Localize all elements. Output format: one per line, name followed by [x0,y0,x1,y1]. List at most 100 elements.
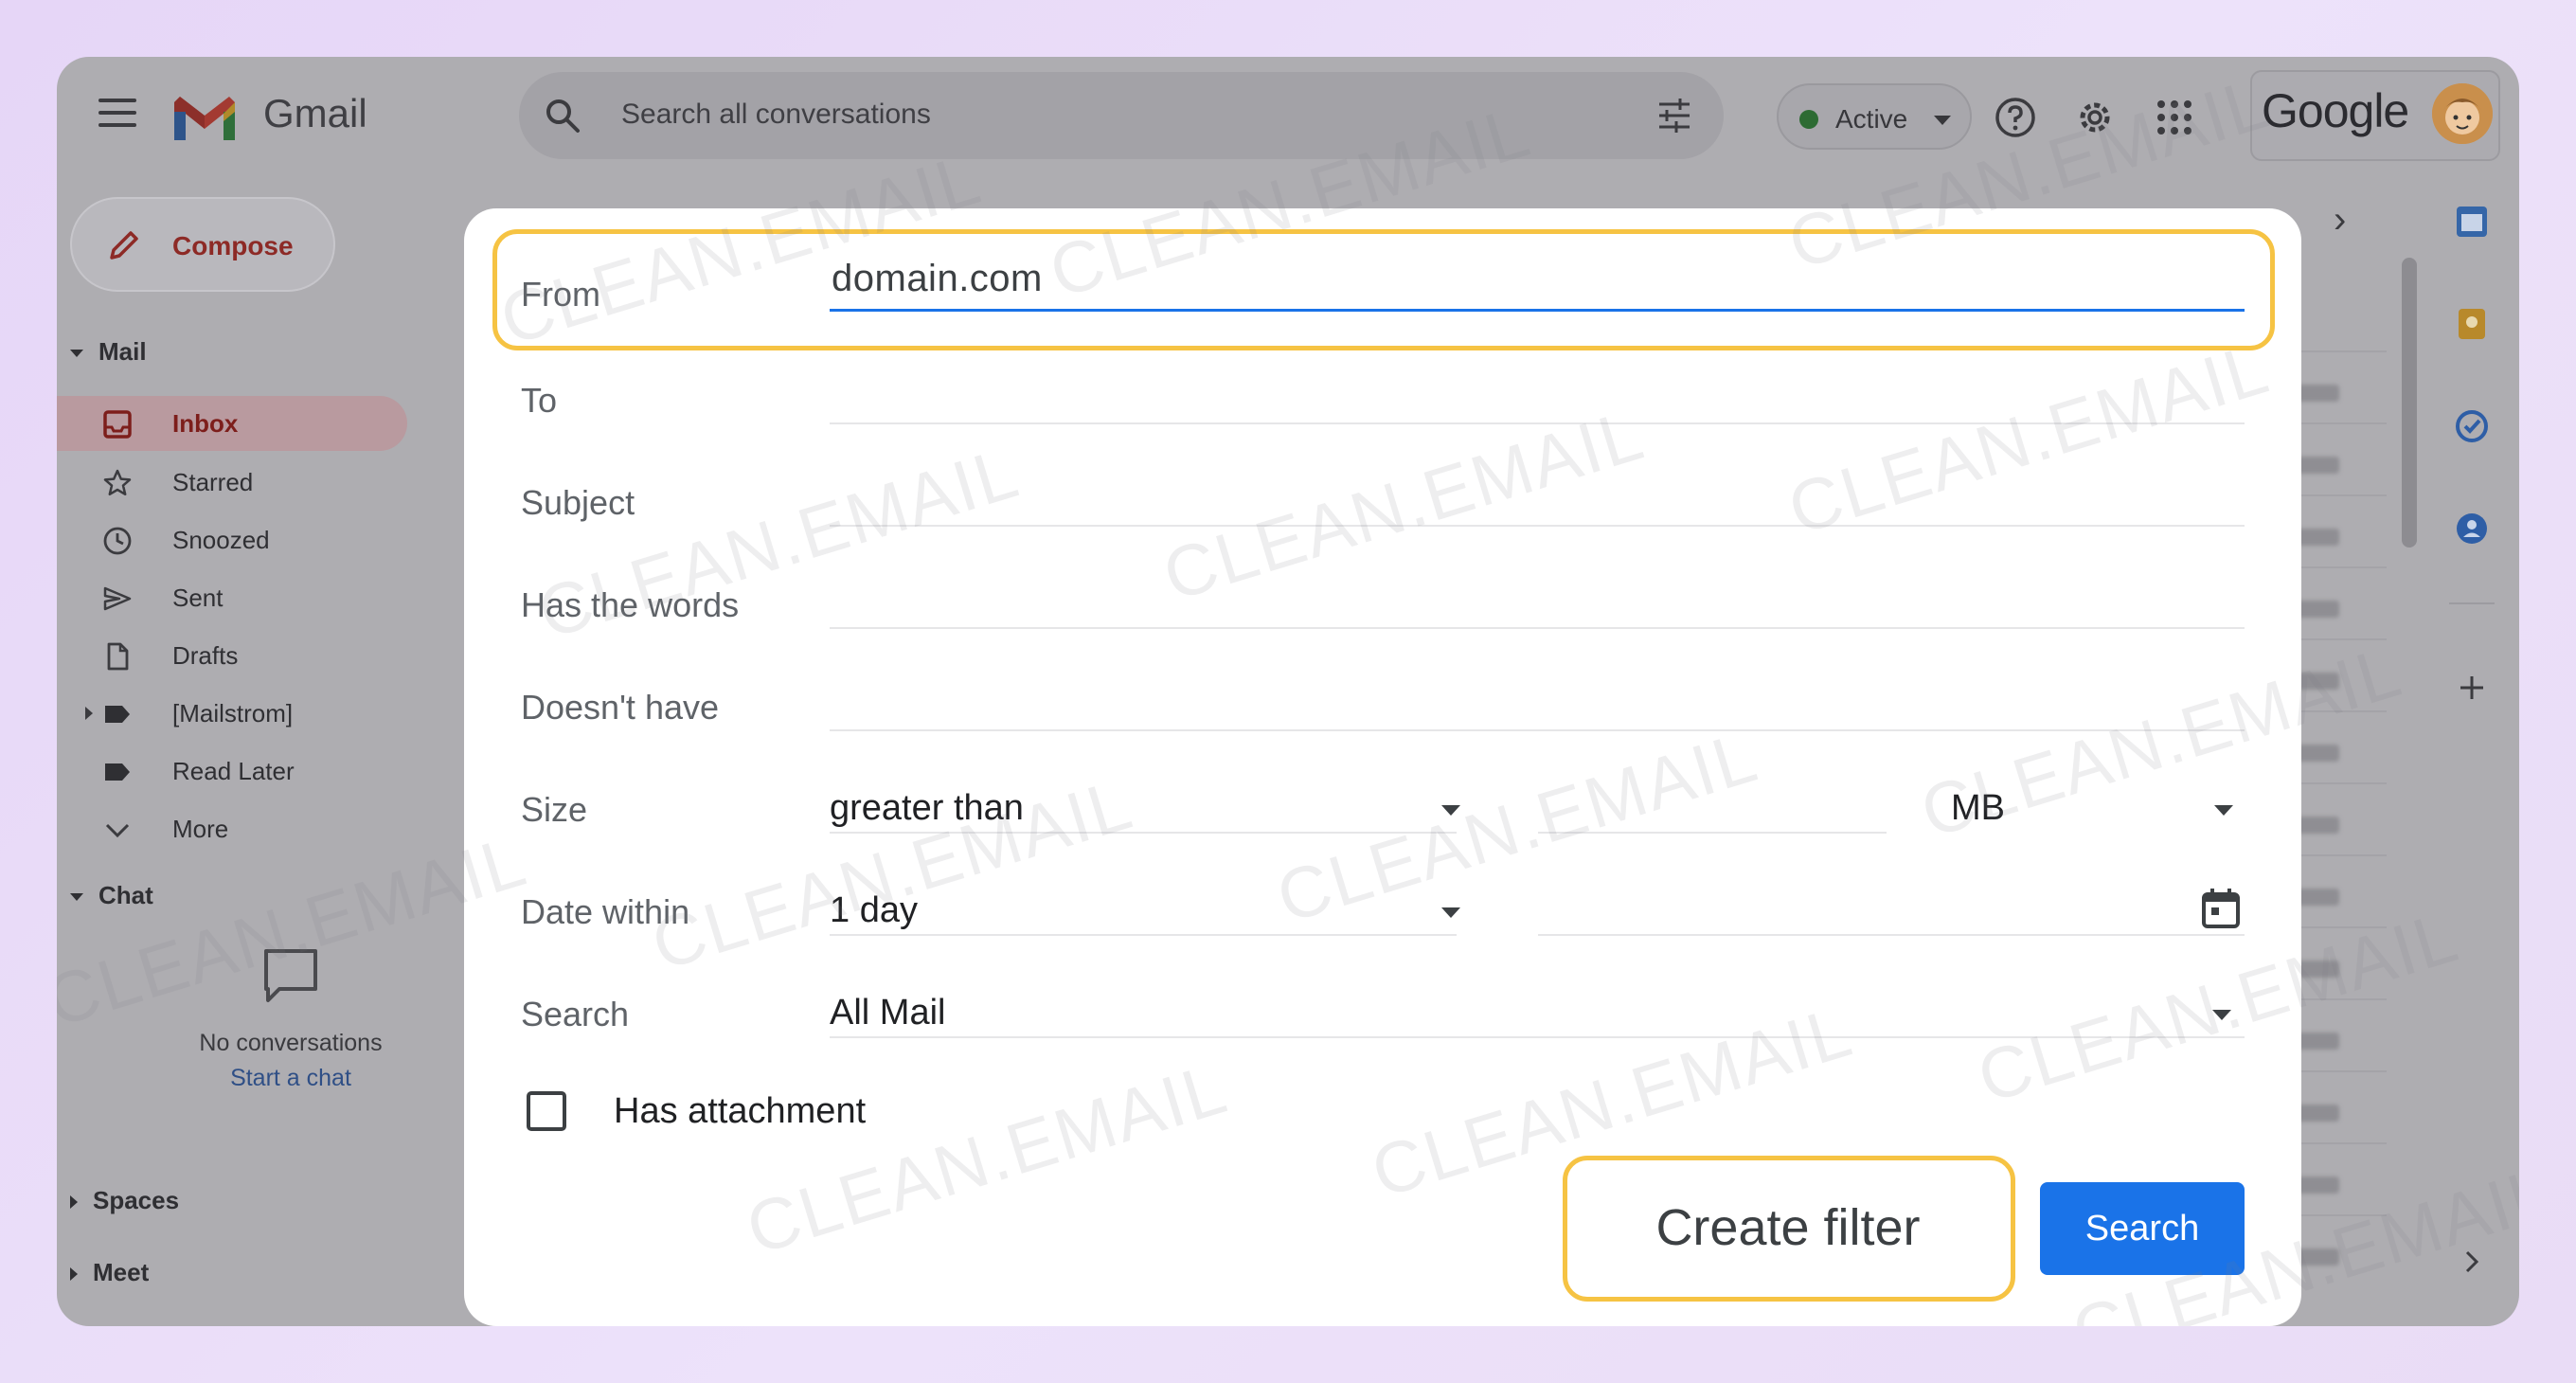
add-addon-plus-icon[interactable] [2453,669,2491,707]
search-input[interactable]: Search all conversations [621,99,931,131]
sidebar-item-label: Read Later [172,757,295,785]
date-within-label: Date within [521,892,690,931]
chevron-down-icon [1934,116,1951,125]
pencil-icon [110,231,138,260]
size-operator-underline [830,832,1457,834]
size-label: Size [521,790,588,829]
sidebar-item-read-later[interactable]: Read Later [57,744,407,799]
sidebar-item-label: Starred [172,468,254,496]
search-button[interactable]: Search [2040,1182,2245,1275]
date-within-select[interactable]: 1 day [830,890,918,931]
sidebar-item-label: More [172,815,229,843]
subject-input[interactable] [830,525,2245,527]
start-chat-link[interactable]: Start a chat [163,1065,419,1092]
search-scope-select[interactable]: All Mail [830,993,945,1033]
meet-section-toggle[interactable]: Meet [70,1258,149,1287]
status-label: Active [1835,104,1908,134]
apps-grid-icon[interactable] [2152,95,2197,140]
create-filter-button[interactable]: Create filter [1583,1180,1993,1275]
search-filter-dialog: From domain.com To Subject Has the words… [464,208,2301,1326]
calendar-picker-icon[interactable] [2199,887,2243,930]
to-label: To [521,381,558,420]
older-chevron-right-icon[interactable]: › [2334,199,2346,242]
from-input[interactable]: domain.com [832,258,1043,300]
spaces-section-toggle[interactable]: Spaces [70,1186,179,1215]
search-scope-underline [830,1036,2245,1038]
size-value-input[interactable] [1538,832,1887,834]
sidebar-item-snoozed[interactable]: Snoozed [57,512,407,567]
chevron-down-icon [105,823,130,838]
side-panel-divider [2449,602,2495,604]
caret-right-icon [70,1267,78,1282]
chevron-down-icon [2212,1010,2231,1020]
contacts-icon[interactable] [2453,510,2491,548]
chat-section-label: Chat [98,881,153,909]
sidebar-item-label: Inbox [172,409,239,438]
caret-down-icon [70,350,83,358]
from-row: From [464,256,2301,332]
to-input[interactable] [830,422,2245,424]
spaces-section-label: Spaces [93,1186,180,1214]
keep-icon[interactable] [2453,305,2491,343]
tasks-icon[interactable] [2453,407,2491,445]
sidebar-item-inbox[interactable]: Inbox [57,396,407,451]
help-icon[interactable] [1993,95,2038,140]
compose-button[interactable]: Compose [70,197,335,292]
doesnt-have-input[interactable] [830,729,2245,731]
search-icon[interactable] [544,97,581,135]
size-operator-select[interactable]: greater than [830,788,1024,829]
date-row: Date within 1 day [464,871,2301,947]
sidebar-item-more[interactable]: More [57,801,407,856]
search-scope-label: Search [521,995,630,1033]
caret-down-icon [70,893,83,902]
expand-panel-chevron-icon[interactable] [2453,1243,2491,1281]
no-conversations-text: No conversations [199,1030,383,1056]
top-bar: Gmail Search all conversations Active Go… [57,57,2519,171]
to-row: To [464,360,2301,436]
user-avatar[interactable] [2432,83,2493,144]
sidebar-item-mailstrom[interactable]: [Mailstrom] [57,686,407,741]
subject-label: Subject [521,483,635,522]
sidebar-item-label: Drafts [172,641,239,670]
meet-section-label: Meet [93,1258,150,1286]
size-unit-select[interactable]: MB [1951,788,2005,829]
calendar-icon[interactable] [2453,203,2491,241]
status-dropdown[interactable]: Active [1777,83,1972,150]
sidebar-item-drafts[interactable]: Drafts [57,628,407,683]
has-words-row: Has the words [464,565,2301,640]
inbox-icon [103,410,132,439]
sidebar-item-sent[interactable]: Sent [57,570,407,625]
google-wordmark: Google [2262,84,2409,137]
mail-section-label: Mail [98,337,147,366]
caret-right-icon[interactable] [85,707,93,720]
star-icon [103,469,132,496]
doesnt-have-row: Doesn't have [464,667,2301,743]
label-icon [105,706,130,723]
clock-icon [103,527,132,555]
mail-section-toggle[interactable]: Mail [70,337,147,367]
gmail-window: Gmail Search all conversations Active Go… [57,57,2519,1326]
chat-bubble-icon [264,949,317,1002]
has-words-label: Has the words [521,585,740,624]
label-icon [105,763,130,781]
size-row: Size greater than MB [464,769,2301,845]
settings-gear-icon[interactable] [2072,95,2118,140]
search-options-icon[interactable] [1654,95,1695,136]
from-label: From [521,275,600,314]
from-input-underline [830,309,2245,312]
date-within-underline [830,934,1457,936]
has-attachment-label: Has attachment [614,1091,867,1131]
status-dot-icon [1799,110,1818,129]
sidebar-item-label: Sent [172,584,224,612]
main-menu-icon[interactable] [98,99,136,127]
chat-section-toggle[interactable]: Chat [70,881,153,910]
scrollbar[interactable] [2402,258,2417,548]
search-bar[interactable]: Search all conversations [519,72,1724,159]
chevron-down-icon [2214,805,2233,816]
send-icon [103,586,132,611]
has-words-input[interactable] [830,627,2245,629]
sidebar-item-starred[interactable]: Starred [57,455,407,510]
date-input[interactable] [1538,934,2245,936]
gmail-logo-icon [174,97,235,140]
has-attachment-checkbox[interactable] [527,1091,566,1131]
